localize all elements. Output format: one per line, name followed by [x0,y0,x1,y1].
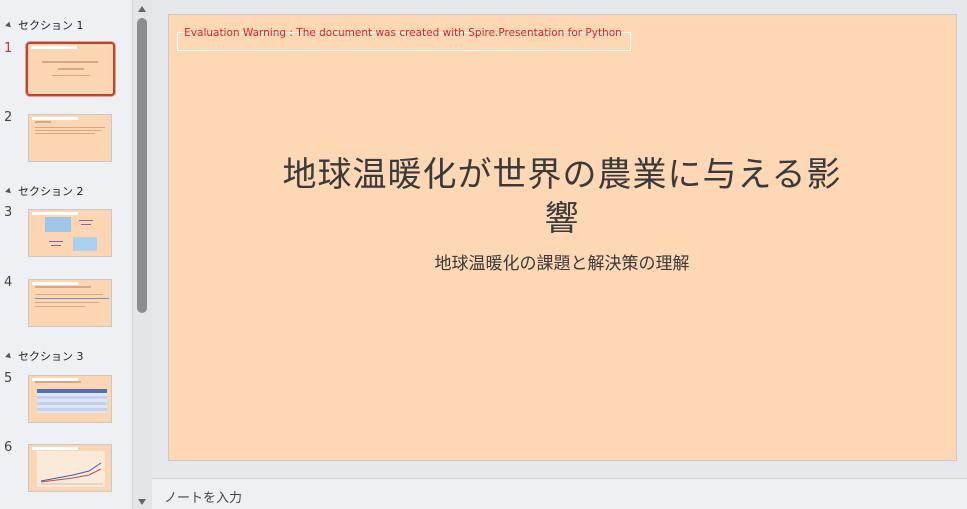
collapse-triangle-icon[interactable] [5,187,13,195]
slide-number: 6 [4,440,13,455]
slide-number: 4 [4,275,13,290]
section-label: セクション 1 [18,19,84,32]
section-label: セクション 3 [18,350,84,363]
thumbnail-scrollbar[interactable] [132,0,152,509]
notes-pane[interactable]: ノートを入力 [152,478,967,509]
section-label: セクション 2 [18,185,84,198]
slide-number: 1 [4,41,13,56]
slide-canvas[interactable]: Evaluation Warning : The document was cr… [168,14,957,461]
section-header-3[interactable]: セクション 3 [5,348,84,364]
slide-thumbnail-4[interactable] [28,279,112,327]
slide-number: 5 [4,371,13,386]
slide-thumbnail-panel[interactable]: セクション 1 1 2 セクション 2 3 4 セクション 3 5 6 [0,0,132,509]
section-header-1[interactable]: セクション 1 [5,17,84,33]
section-header-2[interactable]: セクション 2 [5,183,84,199]
slide-thumbnail-1[interactable] [26,42,115,96]
scroll-up-icon[interactable] [138,6,146,12]
scrollbar-thumb[interactable] [137,18,147,313]
slide-thumbnail-5[interactable] [28,375,112,423]
collapse-triangle-icon[interactable] [5,352,13,360]
line-chart-icon [40,462,103,485]
slide-title[interactable]: 地球温暖化が世界の農業に与える影響 [269,153,855,241]
slide-thumbnail-2[interactable] [28,114,112,162]
slide-subtitle[interactable]: 地球温暖化の課題と解決策の理解 [269,249,855,274]
slide-number: 3 [4,205,13,220]
slide-thumbnail-6[interactable] [28,444,112,492]
slide-number: 2 [4,110,13,125]
slide-thumbnail-3[interactable] [28,209,112,257]
collapse-triangle-icon[interactable] [5,21,13,29]
scroll-down-icon[interactable] [138,499,146,505]
notes-placeholder[interactable]: ノートを入力 [164,487,242,506]
evaluation-warning-text[interactable]: Evaluation Warning : The document was cr… [179,26,627,41]
